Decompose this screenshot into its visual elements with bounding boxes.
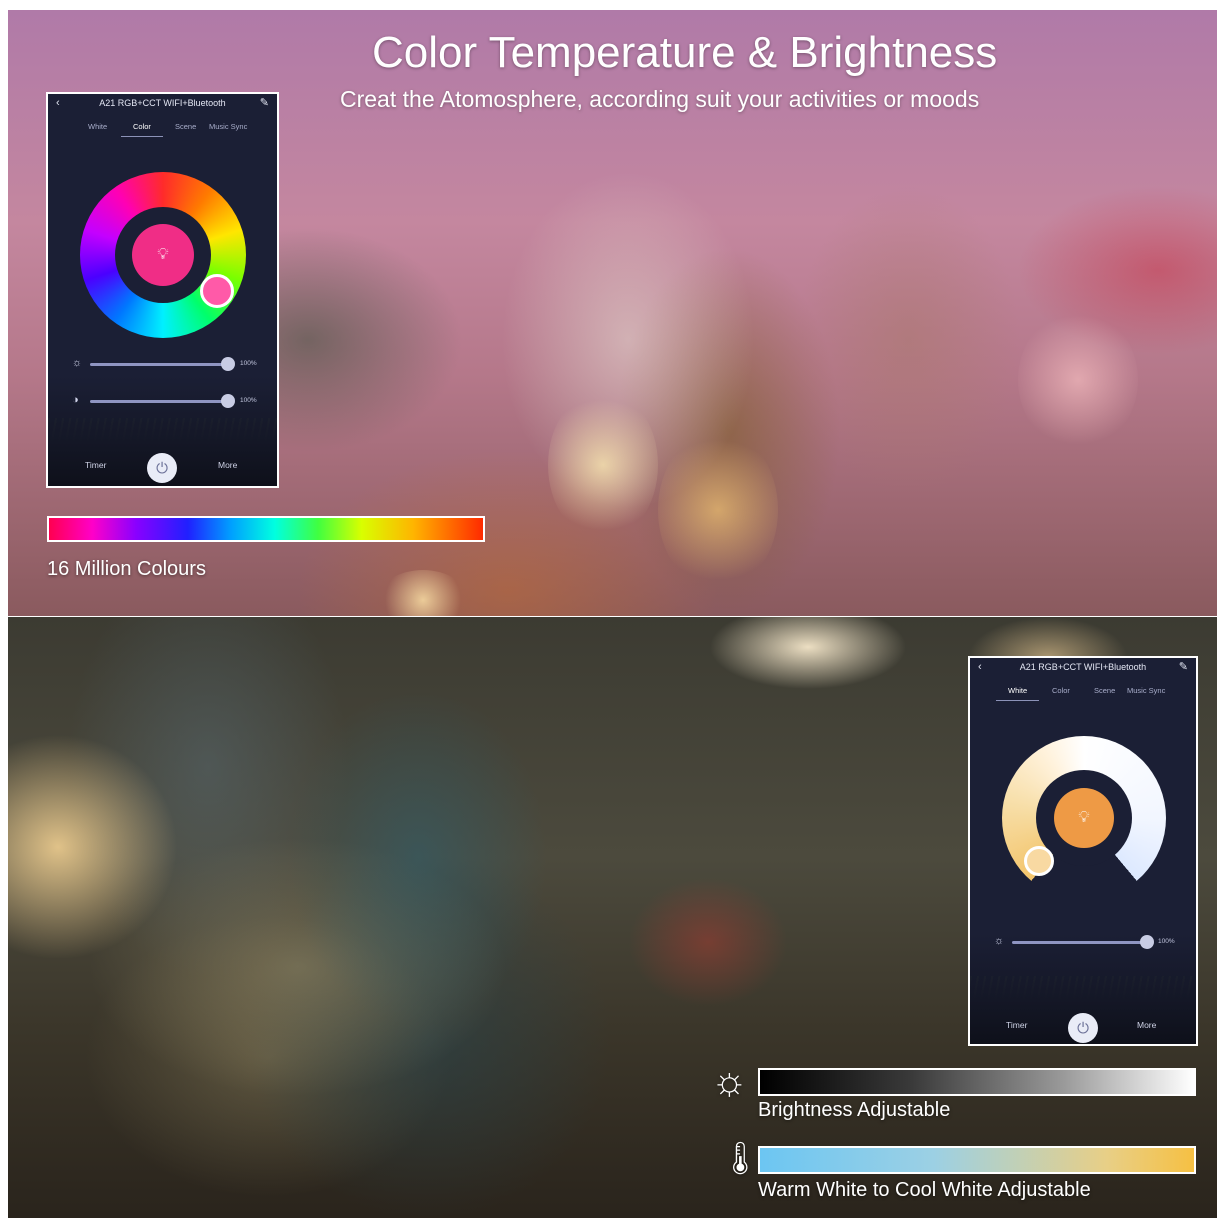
color-temperature-gradient-bar [758, 1146, 1196, 1174]
slider-value: 100% [240, 397, 257, 404]
app-bottom-bar: Timer ⏻ More [48, 452, 277, 483]
power-icon[interactable]: ⏻ [147, 453, 177, 483]
slider-thumb[interactable] [221, 357, 235, 371]
tab-color[interactable]: Color [1052, 686, 1070, 695]
brightness-slider[interactable]: ☼ 100% [48, 357, 277, 371]
tab-music-sync[interactable]: Music Sync [209, 122, 247, 131]
sun-icon: ☼ [72, 357, 83, 369]
page-subtitle: Creat the Atomosphere, according suit yo… [340, 86, 980, 112]
tab-white[interactable]: White [995, 686, 1040, 701]
tab-scene[interactable]: Scene [175, 122, 196, 131]
color-wheel[interactable]: 💡︎ [80, 172, 246, 338]
slider-track[interactable] [90, 400, 230, 403]
app-title: A21 RGB+CCT WIFI+Bluetooth [1019, 662, 1147, 672]
color-spectrum-bar [47, 516, 485, 542]
slider-track[interactable] [1012, 941, 1152, 944]
timer-button[interactable]: Timer [85, 460, 106, 470]
tab-color[interactable]: Color [121, 122, 163, 137]
brightness-icon: ☼ [711, 1059, 748, 1103]
color-picker-knob[interactable] [200, 274, 234, 308]
tab-scene[interactable]: Scene [1094, 686, 1115, 695]
slider-track[interactable] [90, 363, 230, 366]
app-title: A21 RGB+CCT WIFI+Bluetooth [99, 98, 226, 108]
edit-pencil-icon[interactable]: ✎ [1179, 660, 1188, 673]
back-arrow-icon[interactable]: ‹ [56, 97, 60, 109]
page-title: Color Temperature & Brightness [372, 28, 998, 77]
saturation-slider[interactable]: ◑ 100% [48, 394, 277, 408]
temperature-picker-knob[interactable] [1024, 846, 1054, 876]
app-header: ‹ A21 RGB+CCT WIFI+Bluetooth ✎ [48, 96, 277, 112]
app-panel-white: ‹ A21 RGB+CCT WIFI+Bluetooth ✎ White Col… [968, 656, 1198, 1046]
caption-temperature: Warm White to Cool White Adjustable [758, 1179, 1091, 1201]
tab-white[interactable]: White [88, 122, 107, 131]
timer-button[interactable]: Timer [1006, 1020, 1027, 1030]
edit-pencil-icon[interactable]: ✎ [260, 96, 269, 109]
color-temperature-wheel[interactable]: 💡︎ [1002, 736, 1166, 900]
app-bottom-bar: Timer ⏻ More [970, 1012, 1196, 1043]
app-header: ‹ A21 RGB+CCT WIFI+Bluetooth ✎ [970, 660, 1196, 676]
slider-value: 100% [1158, 938, 1175, 945]
slider-thumb[interactable] [1140, 935, 1154, 949]
bulb-icon: 💡︎ [1054, 788, 1114, 848]
more-button[interactable]: More [218, 460, 237, 470]
mode-tabs: White Color Scene Music Sync [48, 122, 277, 138]
app-panel-color: ‹ A21 RGB+CCT WIFI+Bluetooth ✎ White Col… [46, 92, 279, 488]
slider-value: 100% [240, 360, 257, 367]
more-button[interactable]: More [1137, 1020, 1156, 1030]
bulb-icon: 💡︎ [132, 224, 194, 286]
brightness-slider[interactable]: ☼ 100% [970, 935, 1196, 949]
brightness-gradient-bar [758, 1068, 1196, 1096]
thermometer-icon: 🌡︎ [720, 1140, 761, 1176]
mode-tabs: White Color Scene Music Sync [970, 686, 1196, 702]
contrast-icon: ◑ [72, 394, 79, 406]
caption-million-colours: 16 Million Colours [47, 558, 206, 580]
back-arrow-icon[interactable]: ‹ [978, 661, 982, 673]
tab-music-sync[interactable]: Music Sync [1127, 686, 1165, 695]
sun-icon: ☼ [994, 935, 1005, 947]
power-icon[interactable]: ⏻ [1068, 1013, 1098, 1043]
slider-thumb[interactable] [221, 394, 235, 408]
caption-brightness: Brightness Adjustable [758, 1099, 951, 1121]
